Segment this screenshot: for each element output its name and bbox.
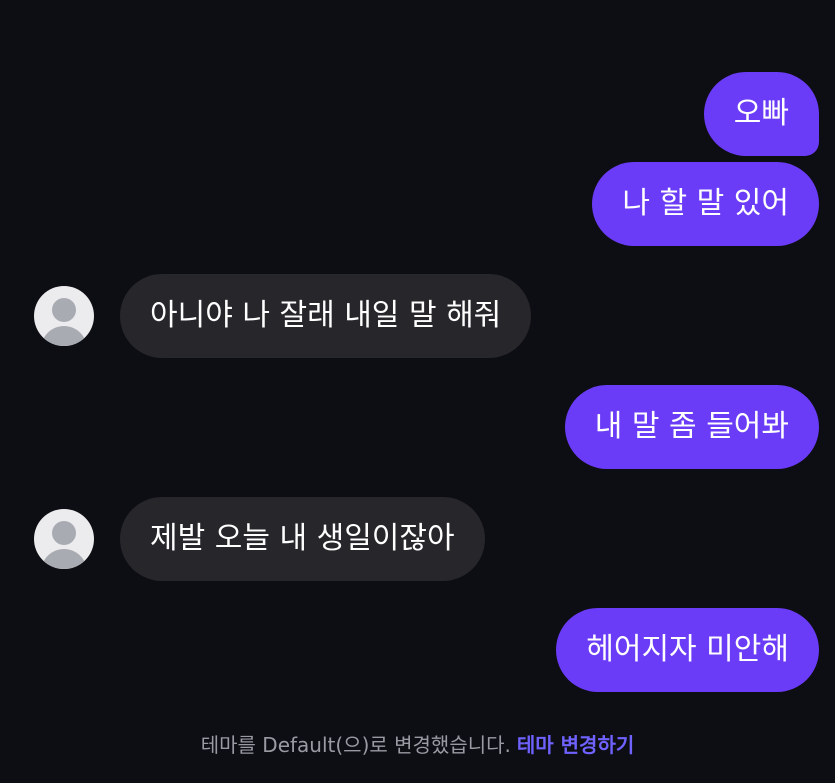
message-row-received: 아니야 나 잘래 내일 말 해줘 — [34, 274, 532, 358]
chat-thread: 오빠 나 할 말 있어 아니야 나 잘래 내일 말 해줘 내 말 좀 들어봐 제… — [0, 0, 835, 783]
theme-change-notice: 테마를 Default(으)로 변경했습니다. 테마 변경하기 — [0, 730, 835, 760]
sent-message-bubble[interactable]: 오빠 — [703, 72, 819, 156]
change-theme-link[interactable]: 테마 변경하기 — [517, 733, 634, 757]
avatar[interactable] — [34, 509, 94, 569]
message-row-sent: 오빠 — [703, 72, 819, 156]
sent-message-bubble[interactable]: 헤어지자 미안해 — [556, 608, 819, 692]
received-message-bubble[interactable]: 제발 오늘 내 생일이잖아 — [120, 497, 485, 581]
message-row-sent: 헤어지자 미안해 — [556, 608, 819, 692]
avatar-person-icon — [52, 298, 76, 322]
avatar[interactable] — [34, 286, 94, 346]
message-row-sent: 나 할 말 있어 — [592, 162, 819, 246]
sent-message-bubble[interactable]: 내 말 좀 들어봐 — [564, 385, 819, 469]
sent-message-bubble[interactable]: 나 할 말 있어 — [592, 162, 819, 246]
received-message-bubble[interactable]: 아니야 나 잘래 내일 말 해줘 — [120, 274, 532, 358]
avatar-person-icon — [52, 521, 76, 545]
message-row-sent: 내 말 좀 들어봐 — [564, 385, 819, 469]
theme-notice-text: 테마를 Default(으)로 변경했습니다. — [200, 733, 511, 757]
message-row-received: 제발 오늘 내 생일이잖아 — [34, 497, 485, 581]
